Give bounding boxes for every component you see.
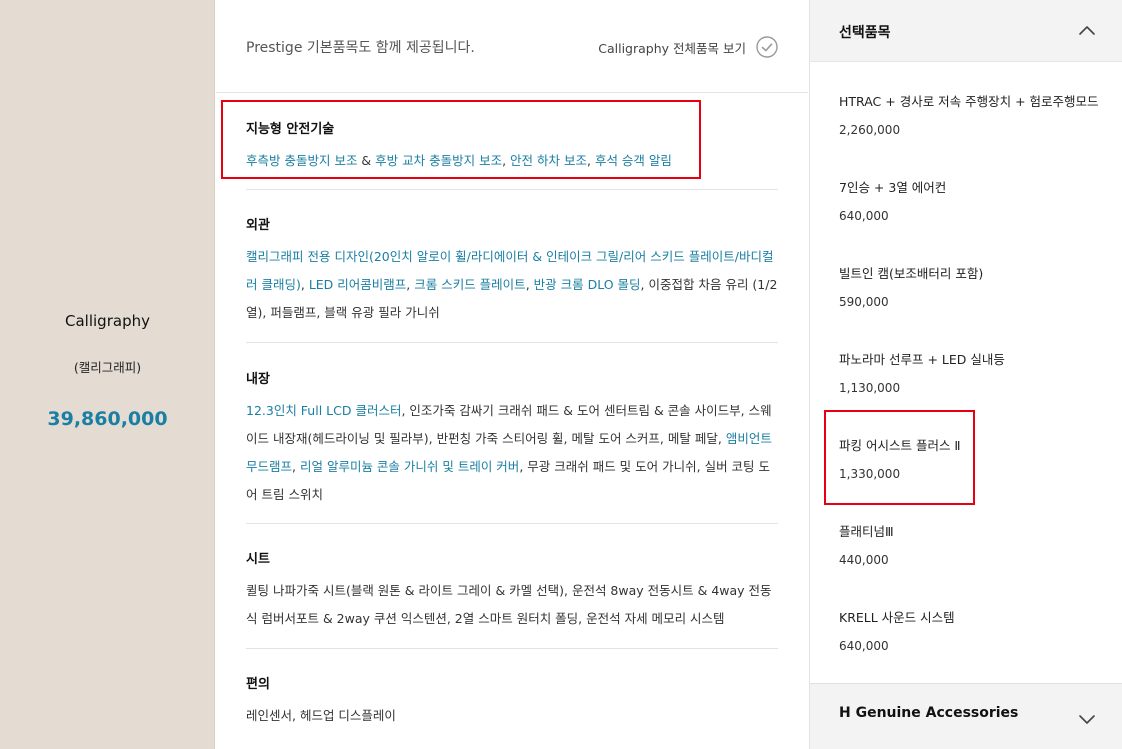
option-name: 빌트인 캠(보조배터리 포함) xyxy=(839,266,984,281)
feature-text: 레인센서, 헤드업 디스플레이 xyxy=(246,708,396,723)
feature-section-title: 시트 xyxy=(246,552,270,567)
option-name: HTRAC + 경사로 저속 주행장치 + 험로주행모드 xyxy=(839,94,1099,109)
feature-section-body: 퀼팅 나파가죽 시트(블랙 원톤 & 라이트 그레이 & 카멜 선택), 운전석… xyxy=(246,577,778,633)
trim-summary-panel: Calligraphy (캘리그래피) 39,860,000 xyxy=(0,0,215,749)
feature-highlight-text: 리얼 알루미늄 콘솔 가니쉬 및 트레이 커버 xyxy=(299,459,520,474)
feature-highlight-text: 후방 교차 충돌방지 보조 xyxy=(375,153,503,168)
feature-section-exterior: 외관 캘리그래피 전용 디자인(20인치 알로이 휠/라디에이터 & 인테이크 … xyxy=(246,214,778,343)
feature-highlight-text: 캘리그래피 전용 디자인(20인치 알로이 휠/라디에이터 & 인테이크 그릴/… xyxy=(246,249,739,264)
feature-section-body: 12.3인치 Full LCD 클러스터, 인조가죽 감싸기 크래쉬 패드 & … xyxy=(246,397,778,509)
option-price: 440,000 xyxy=(839,553,889,567)
option-name: KRELL 사운드 시스템 xyxy=(839,610,955,625)
feature-highlight-text: 안전 하차 보조 xyxy=(510,153,587,168)
option-name: 파노라마 선루프 + LED 실내등 xyxy=(839,352,1005,367)
features-header: Prestige 기본품목도 함께 제공됩니다. Calligraphy 전체품… xyxy=(216,0,808,93)
accessories-title: H Genuine Accessories xyxy=(839,705,1019,721)
option-price: 640,000 xyxy=(839,639,889,653)
feature-section-title: 편의 xyxy=(246,677,270,692)
chevron-down-icon[interactable] xyxy=(1077,709,1097,729)
check-circle-icon xyxy=(756,36,778,58)
accessories-header[interactable]: H Genuine Accessories xyxy=(810,683,1122,749)
option-item-sunroof[interactable]: 파노라마 선루프 + LED 실내등 1,130,000 xyxy=(839,349,1109,395)
feature-section-seat: 시트 퀼팅 나파가죽 시트(블랙 원톤 & 라이트 그레이 & 카멜 선택), … xyxy=(246,548,778,649)
option-name: 7인승 + 3열 에어컨 xyxy=(839,180,947,195)
options-title: 선택품목 xyxy=(839,25,891,41)
option-item-htrac[interactable]: HTRAC + 경사로 저속 주행장치 + 험로주행모드 2,260,000 xyxy=(839,91,1109,137)
trim-price: 39,860,000 xyxy=(47,408,168,430)
feature-text: , xyxy=(586,153,595,168)
option-price: 1,330,000 xyxy=(839,467,901,481)
feature-section-title: 외관 xyxy=(246,218,270,233)
option-name: 플래티넘Ⅲ xyxy=(839,524,894,539)
feature-text: , xyxy=(502,153,511,168)
features-panel: Prestige 기본품목도 함께 제공됩니다. Calligraphy 전체품… xyxy=(216,0,808,749)
view-all-items-button[interactable]: Calligraphy 전체품목 보기 xyxy=(598,36,778,58)
feature-text: , xyxy=(300,277,309,292)
option-item-parking-assist[interactable]: 파킹 어시스트 플러스 Ⅱ 1,330,000 xyxy=(839,435,1109,481)
feature-highlight-text: 후측방 충돌방지 보조 xyxy=(246,153,358,168)
feature-section-body: 레인센서, 헤드업 디스플레이 xyxy=(246,702,778,730)
option-price: 590,000 xyxy=(839,295,889,309)
option-price: 640,000 xyxy=(839,209,889,223)
feature-section-convenience: 편의 레인센서, 헤드업 디스플레이 xyxy=(246,673,778,733)
feature-section-title: 지능형 안전기술 xyxy=(246,122,335,137)
option-name: 파킹 어시스트 플러스 Ⅱ xyxy=(839,438,961,453)
option-price: 1,130,000 xyxy=(839,381,901,395)
options-panel: 선택품목 HTRAC + 경사로 저속 주행장치 + 험로주행모드 2,260,… xyxy=(809,0,1122,749)
feature-section-safety: 지능형 안전기술 후측방 충돌방지 보조 & 후방 교차 충돌방지 보조, 안전… xyxy=(246,118,778,190)
option-item-krell[interactable]: KRELL 사운드 시스템 640,000 xyxy=(839,607,1109,653)
base-items-note: Prestige 기본품목도 함께 제공됩니다. xyxy=(246,40,475,56)
feature-text: , xyxy=(525,277,534,292)
trim-name: Calligraphy xyxy=(65,312,150,330)
feature-highlight-text: 반광 크롬 DLO 몰딩 xyxy=(533,277,641,292)
option-price: 2,260,000 xyxy=(839,123,901,137)
feature-highlight-text: 12.3인치 Full LCD 클러스터 xyxy=(246,403,402,418)
feature-section-interior: 내장 12.3인치 Full LCD 클러스터, 인조가죽 감싸기 크래쉬 패드… xyxy=(246,368,778,524)
view-all-items-label: Calligraphy 전체품목 보기 xyxy=(598,40,746,56)
feature-highlight-text: LED 리어콤비램프 xyxy=(308,277,407,292)
feature-section-body: 후측방 충돌방지 보조 & 후방 교차 충돌방지 보조, 안전 하차 보조, 후… xyxy=(246,147,778,175)
trim-name-korean: (캘리그래피) xyxy=(73,360,142,375)
options-header[interactable]: 선택품목 xyxy=(810,0,1122,62)
option-item-platinum[interactable]: 플래티넘Ⅲ 440,000 xyxy=(839,521,1109,567)
chevron-up-icon[interactable] xyxy=(1077,21,1097,41)
feature-text: 퀼팅 나파가죽 시트(블랙 원톤 & 라이트 그레이 & 카멜 선택), 운전석… xyxy=(246,583,772,626)
feature-highlight-text: 크롬 스키드 플레이트 xyxy=(414,277,526,292)
feature-section-title: 내장 xyxy=(246,372,270,387)
option-item-7seat[interactable]: 7인승 + 3열 에어컨 640,000 xyxy=(839,177,1109,223)
feature-text: & xyxy=(357,153,376,168)
feature-section-body: 캘리그래피 전용 디자인(20인치 알로이 휠/라디에이터 & 인테이크 그릴/… xyxy=(246,243,778,327)
feature-text: , xyxy=(292,459,300,474)
feature-highlight-text: 후석 승객 알림 xyxy=(594,153,672,168)
option-item-builtin-cam[interactable]: 빌트인 캠(보조배터리 포함) 590,000 xyxy=(839,263,1109,309)
